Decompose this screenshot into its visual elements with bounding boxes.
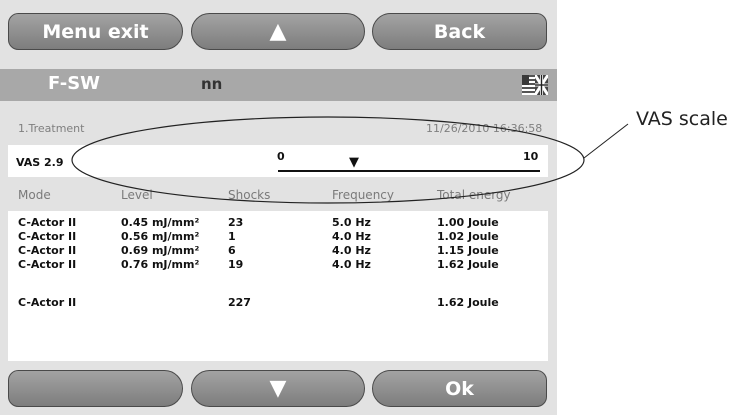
vas-scale-annotation: VAS scale <box>636 108 728 130</box>
vas-annotation-overlay <box>71 116 629 204</box>
annotation-leader-line <box>583 123 629 159</box>
vas-highlight-ellipse <box>71 116 585 204</box>
